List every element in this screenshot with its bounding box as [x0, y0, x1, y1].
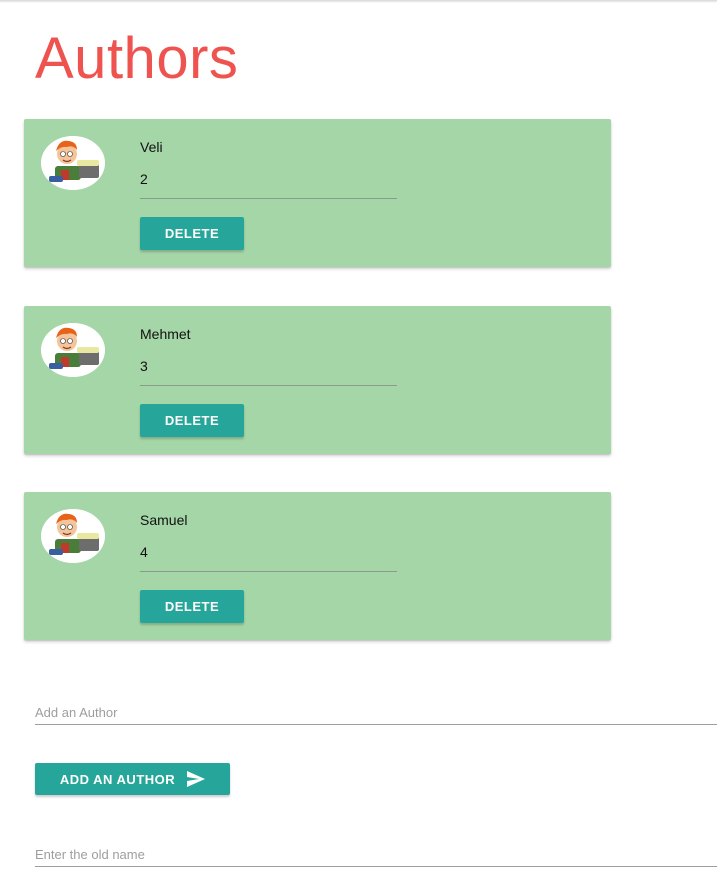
- add-author-button-label: ADD AN AUTHOR: [59, 771, 176, 787]
- author-name: Samuel: [140, 512, 188, 528]
- author-card: Samuel 4 DELETE: [24, 492, 611, 640]
- send-icon: [187, 771, 206, 787]
- author-value-field[interactable]: 4: [140, 542, 397, 572]
- delete-button[interactable]: DELETE: [140, 404, 244, 437]
- delete-button[interactable]: DELETE: [140, 217, 244, 250]
- author-name: Veli: [140, 139, 163, 155]
- author-value-field[interactable]: 2: [140, 169, 397, 199]
- add-author-button[interactable]: ADD AN AUTHOR: [35, 763, 230, 795]
- cartoon-boy-avatar-icon: [41, 136, 105, 190]
- delete-button[interactable]: DELETE: [140, 590, 244, 623]
- author-card: Veli 2 DELETE: [24, 119, 611, 267]
- author-value-field[interactable]: 3: [140, 356, 397, 386]
- old-name-input[interactable]: [35, 835, 717, 865]
- top-shadow: [0, 0, 717, 3]
- page-title: Authors: [35, 26, 239, 91]
- author-name: Mehmet: [140, 326, 191, 342]
- cartoon-boy-avatar-icon: [41, 323, 105, 377]
- add-author-field: [35, 693, 717, 725]
- add-author-input[interactable]: [35, 693, 717, 723]
- old-name-field: [35, 835, 717, 867]
- author-card: Mehmet 3 DELETE: [24, 306, 611, 454]
- cartoon-boy-avatar-icon: [41, 509, 105, 563]
